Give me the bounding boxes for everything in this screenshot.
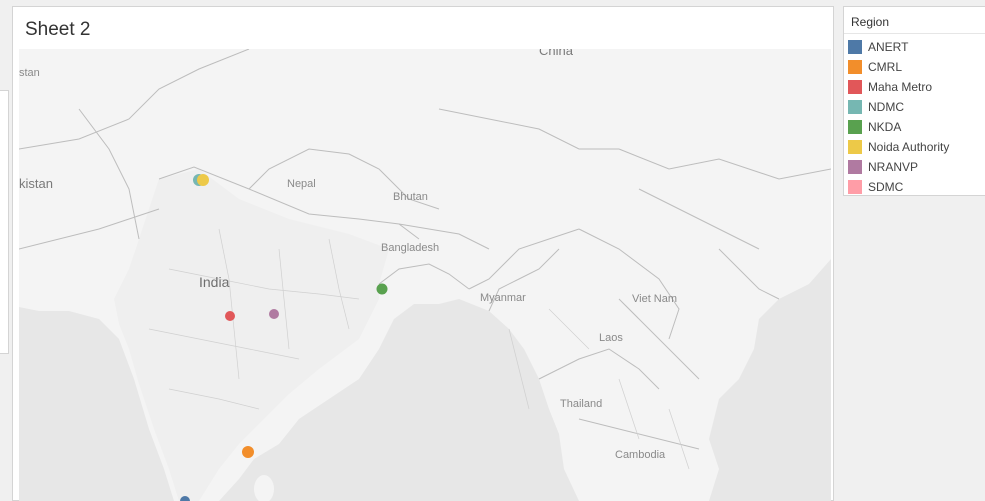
legend-label: Maha Metro <box>868 80 933 94</box>
island <box>711 337 747 361</box>
map-label-cambodia: Cambodia <box>615 449 666 461</box>
legend-item-ndmc[interactable]: NDMC <box>844 97 985 117</box>
map-label-nepal: Nepal <box>287 178 316 190</box>
map-label-myanmar: Myanmar <box>480 292 526 304</box>
map-view[interactable]: China stan kistan Nepal Bhutan Banglades… <box>19 49 831 501</box>
legend-swatch <box>848 180 862 194</box>
map-label-pakistan: kistan <box>19 176 53 191</box>
legend-label: NRANVP <box>868 160 919 174</box>
map-label-bhutan: Bhutan <box>393 191 428 203</box>
legend-item-cmrl[interactable]: CMRL <box>844 57 985 77</box>
legend-label: ANERT <box>868 40 909 54</box>
legend-title: Region <box>844 7 985 34</box>
map-label-india: India <box>199 274 230 290</box>
map-label-laos: Laos <box>599 332 623 344</box>
legend-label: NDMC <box>868 100 904 114</box>
legend-label: SDMC <box>868 180 904 194</box>
legend-label: Noida Authority <box>868 140 950 154</box>
map-marker-nkda[interactable] <box>376 283 388 295</box>
map-basemap <box>19 49 831 501</box>
map-marker-maha-metro[interactable] <box>225 311 235 321</box>
map-marker-nranvp[interactable] <box>269 309 279 319</box>
legend-item-noida-authority[interactable]: Noida Authority <box>844 137 985 157</box>
legend-item-nkda[interactable]: NKDA <box>844 117 985 137</box>
color-legend: Region ANERT CMRL Maha Metro NDMC NKDA N… <box>843 6 985 196</box>
map-marker-anert[interactable] <box>180 496 190 501</box>
map-label-vietnam: Viet Nam <box>632 293 678 305</box>
map-label-china: China <box>539 49 573 58</box>
legend-swatch <box>848 160 862 174</box>
legend-swatch <box>848 120 862 134</box>
legend-swatch <box>848 80 862 94</box>
legend-swatch <box>848 140 862 154</box>
legend-label: CMRL <box>868 60 903 74</box>
map-label-thailand: Thailand <box>560 398 603 410</box>
legend-label: NKDA <box>868 120 902 134</box>
legend-swatch <box>848 60 862 74</box>
map-label-afghanistan: stan <box>19 67 40 79</box>
legend-swatch <box>848 40 862 54</box>
legend-items: ANERT CMRL Maha Metro NDMC NKDA Noida Au… <box>844 34 985 197</box>
legend-item-nranvp[interactable]: NRANVP <box>844 157 985 177</box>
map-label-bangladesh: Bangladesh <box>381 242 440 254</box>
legend-item-sdmc[interactable]: SDMC <box>844 177 985 197</box>
left-pane <box>0 90 9 354</box>
map-marker-cmrl[interactable] <box>242 446 254 458</box>
legend-swatch <box>848 100 862 114</box>
legend-item-anert[interactable]: ANERT <box>844 37 985 57</box>
map-marker-noida-authority[interactable] <box>197 174 209 186</box>
legend-item-maha-metro[interactable]: Maha Metro <box>844 77 985 97</box>
sheet-title: Sheet 2 <box>25 19 91 40</box>
